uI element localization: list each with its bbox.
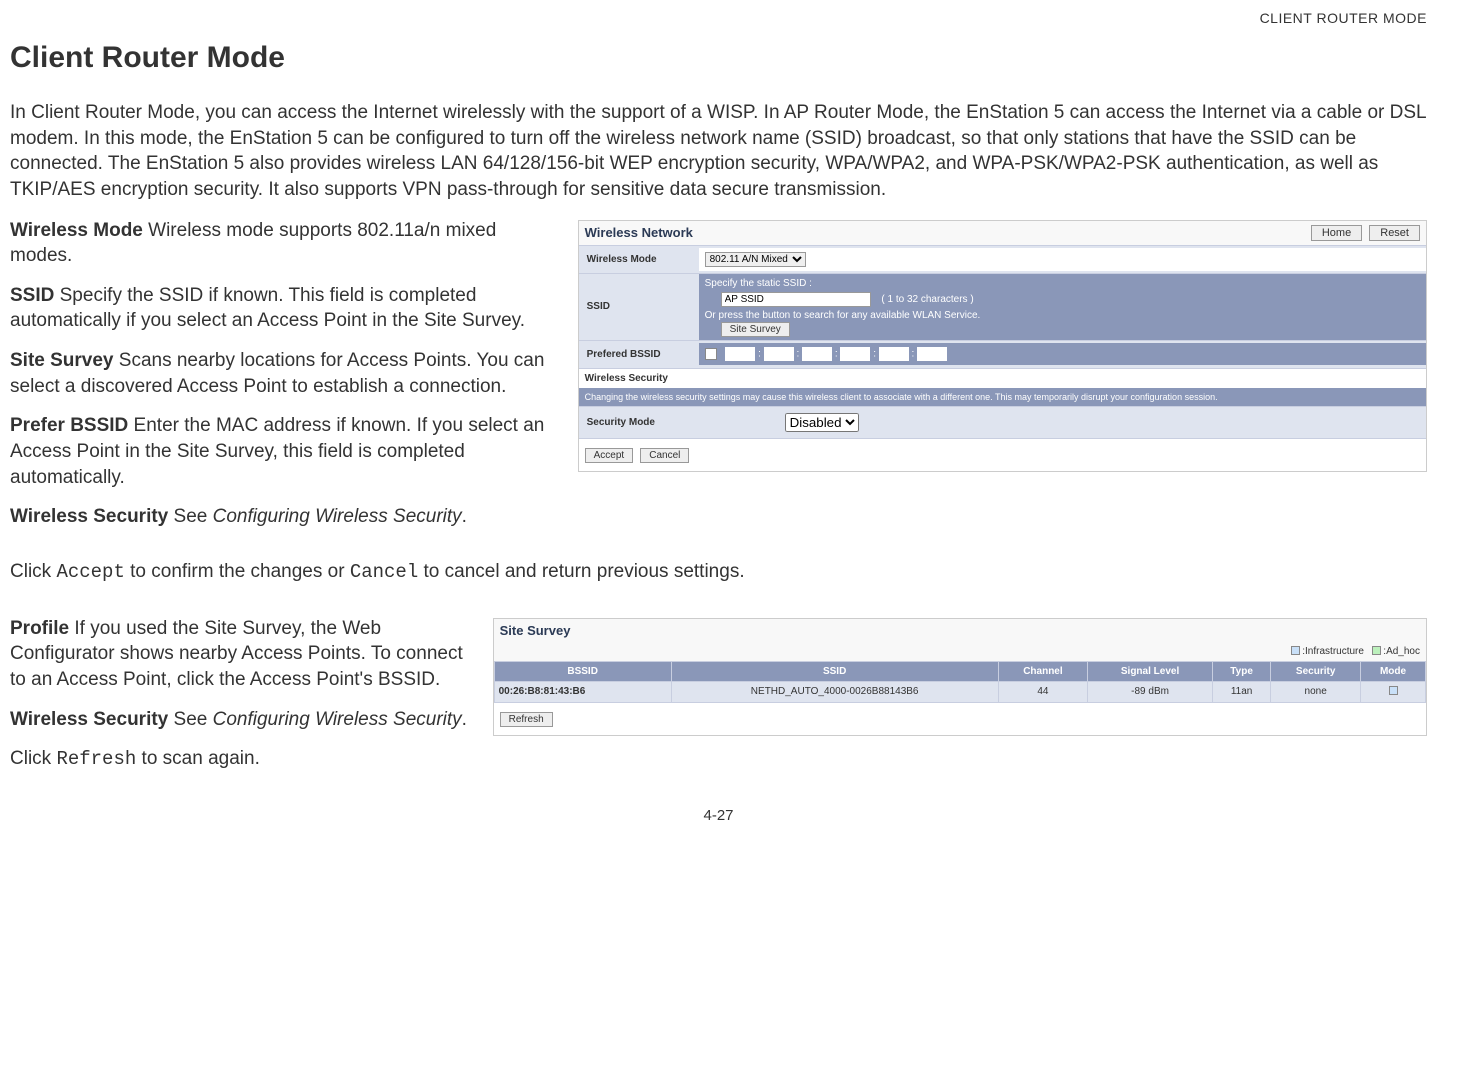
ssid-static-text: Specify the static SSID :: [705, 278, 1420, 289]
table-row[interactable]: 00:26:B8:81:43:B6 NETHD_AUTO_4000-0026B8…: [494, 681, 1425, 702]
security-mode-label: Security Mode: [579, 409, 779, 436]
bssid-seg-5[interactable]: [879, 347, 909, 361]
header-running-title: CLIENT ROUTER MODE: [10, 10, 1427, 26]
def-wireless-security-1: Wireless Security See Configuring Wirele…: [10, 504, 563, 530]
def-ssid: SSID Specify the SSID if known. This fie…: [10, 283, 563, 334]
col-channel: Channel: [998, 661, 1088, 681]
ssid-hint: ( 1 to 32 characters ): [881, 294, 973, 305]
panel2-title: Site Survey: [500, 623, 571, 638]
col-signal: Signal Level: [1088, 661, 1213, 681]
col-ssid: SSID: [671, 661, 998, 681]
site-survey-panel: Site Survey :Infrastructure :Ad_hoc BSSI…: [493, 618, 1427, 736]
cell-security: none: [1271, 681, 1361, 702]
page-title: Client Router Mode: [10, 41, 1427, 75]
security-mode-select[interactable]: Disabled: [785, 413, 859, 432]
cancel-button[interactable]: Cancel: [640, 448, 689, 463]
def-site-survey: Site Survey Scans nearby locations for A…: [10, 348, 563, 399]
reset-button[interactable]: Reset: [1369, 225, 1420, 241]
col-type: Type: [1212, 661, 1270, 681]
site-survey-table: BSSID SSID Channel Signal Level Type Sec…: [494, 661, 1426, 703]
wireless-mode-select[interactable]: 802.11 A/N Mixed: [705, 252, 806, 267]
site-survey-button[interactable]: Site Survey: [721, 322, 790, 337]
cell-channel: 44: [998, 681, 1088, 702]
home-button[interactable]: Home: [1311, 225, 1362, 241]
adhoc-icon: [1372, 646, 1381, 655]
col-bssid: BSSID: [494, 661, 671, 681]
bssid-seg-1[interactable]: [725, 347, 755, 361]
def-profile: Profile If you used the Site Survey, the…: [10, 616, 478, 693]
col-security: Security: [1271, 661, 1361, 681]
bssid-seg-4[interactable]: [840, 347, 870, 361]
infrastructure-icon: [1291, 646, 1300, 655]
bssid-seg-6[interactable]: [917, 347, 947, 361]
col-mode: Mode: [1361, 661, 1426, 681]
accept-button[interactable]: Accept: [585, 448, 634, 463]
def-prefer-bssid: Prefer BSSID Enter the MAC address if kn…: [10, 413, 563, 490]
cell-signal: -89 dBm: [1088, 681, 1213, 702]
wireless-security-heading: Wireless Security: [579, 368, 1426, 388]
panel1-title: Wireless Network: [585, 225, 693, 240]
ssid-label: SSID: [579, 293, 699, 320]
wireless-mode-label: Wireless Mode: [579, 246, 699, 273]
mode-infra-icon: [1389, 686, 1398, 695]
def-wireless-security-2: Wireless Security See Configuring Wirele…: [10, 707, 478, 733]
security-warning: Changing the wireless security settings …: [579, 388, 1426, 406]
bssid-seg-2[interactable]: [764, 347, 794, 361]
cell-type: 11an: [1212, 681, 1270, 702]
page-number: 4-27: [10, 807, 1427, 824]
cell-ssid: NETHD_AUTO_4000-0026B88143B6: [671, 681, 998, 702]
refresh-button[interactable]: Refresh: [500, 712, 553, 727]
bssid-seg-3[interactable]: [802, 347, 832, 361]
cell-mode: [1361, 681, 1426, 702]
survey-legend: :Infrastructure :Ad_hoc: [494, 642, 1426, 661]
wireless-network-panel: Wireless Network Home Reset Wireless Mod…: [578, 220, 1427, 472]
intro-paragraph: In Client Router Mode, you can access th…: [10, 100, 1427, 203]
prefered-bssid-label: Prefered BSSID: [579, 341, 699, 368]
ssid-or-text: Or press the button to search for any av…: [705, 310, 1420, 321]
ssid-input[interactable]: [721, 292, 871, 307]
accept-cancel-note: Click Accept to confirm the changes or C…: [10, 559, 1427, 586]
cell-bssid[interactable]: 00:26:B8:81:43:B6: [494, 681, 671, 702]
def-wireless-mode: Wireless Mode Wireless mode supports 802…: [10, 218, 563, 269]
bssid-checkbox[interactable]: [705, 348, 717, 360]
refresh-note: Click Refresh to scan again.: [10, 746, 478, 773]
